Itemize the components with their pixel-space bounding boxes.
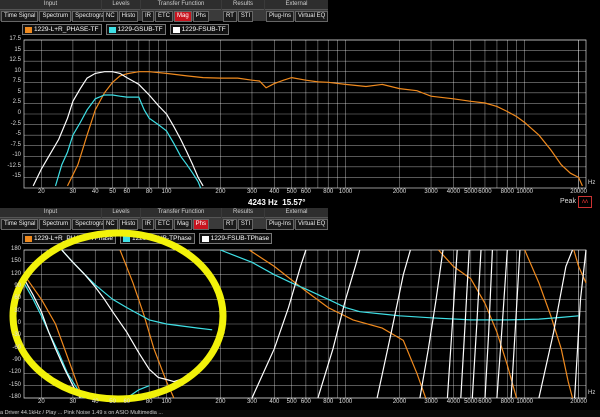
x-tick-label: 10000: [516, 399, 534, 405]
x-tick-label: 6000: [478, 399, 492, 405]
x-tick-label: 1000: [338, 189, 353, 195]
y-tick-label: 90: [14, 283, 21, 289]
y-tick-label: -180: [8, 394, 21, 400]
x-tick-label: 1000: [338, 399, 353, 405]
x-axis-unit-label: Hz: [588, 180, 596, 186]
x-tick-label: 8000: [500, 399, 514, 405]
x-tick-label: 100: [161, 189, 172, 195]
y-tick-label: -150: [8, 381, 21, 388]
y-tick-label: 15: [14, 46, 21, 53]
x-tick-label: 3000: [424, 399, 438, 405]
x-tick-label: 100: [161, 399, 172, 405]
x-tick-label: 50: [109, 189, 116, 195]
y-tick-label: 180: [10, 246, 21, 252]
x-tick-label: 30: [69, 399, 77, 405]
x-tick-label: 3000: [424, 189, 438, 195]
x-tick-label: 600: [300, 399, 311, 405]
y-tick-label: -7.5: [10, 141, 21, 148]
x-tick-label: 8000: [500, 189, 514, 195]
x-tick-label: 5000: [464, 399, 478, 405]
x-tick-label: 60: [123, 399, 131, 405]
y-tick-label: 12.5: [9, 57, 21, 64]
x-tick-label: 40: [91, 399, 99, 405]
x-tick-label: 50: [109, 399, 116, 405]
x-tick-label: 80: [145, 399, 153, 405]
x-tick-label: 500: [286, 189, 297, 195]
x-tick-label: 500: [286, 399, 297, 405]
y-tick-label: -2.5: [10, 120, 21, 127]
x-tick-label: 20000: [570, 399, 587, 405]
y-tick-label: -5: [15, 131, 21, 138]
x-tick-label: 6000: [478, 189, 492, 195]
x-tick-label: 800: [323, 399, 334, 405]
x-tick-label: 600: [300, 189, 311, 195]
y-tick-label: 120: [10, 270, 21, 277]
y-tick-label: -120: [8, 369, 21, 376]
x-tick-label: 60: [123, 189, 131, 195]
y-tick-label: 0: [17, 320, 21, 326]
x-tick-label: 40: [91, 189, 99, 195]
y-tick-label: 60: [14, 295, 21, 302]
y-tick-label: 2.5: [12, 99, 21, 106]
y-tick-label: 0: [17, 110, 21, 116]
y-tick-label: 30: [14, 307, 21, 314]
y-tick-label: -60: [12, 344, 21, 351]
x-tick-label: 20: [38, 189, 45, 195]
x-tick-label: 30: [69, 189, 77, 195]
x-tick-label: 80: [145, 189, 153, 195]
plots-svg: [9, 39, 587, 403]
y-tick-label: -90: [12, 357, 21, 363]
y-tick-label: 5: [17, 88, 21, 95]
y-tick-label: -10: [12, 152, 21, 159]
y-tick-label: -12.5: [7, 162, 21, 169]
x-tick-label: 200: [215, 399, 226, 405]
x-tick-label: 200: [215, 189, 226, 195]
y-tick-label: -30: [12, 332, 21, 339]
x-tick-label: 10000: [516, 189, 534, 195]
x-tick-label: 2000: [392, 399, 407, 405]
x-tick-label: 20: [38, 399, 45, 405]
x-tick-label: 800: [323, 189, 334, 195]
x-tick-label: 4000: [446, 399, 461, 405]
x-tick-label: 4000: [446, 189, 461, 195]
x-tick-label: 5000: [464, 189, 478, 195]
status-bar: a Driver 44.1kHz / Play ... Pink Noise 1…: [0, 410, 600, 417]
y-tick-label: -15: [12, 173, 21, 180]
x-tick-label: 20000: [570, 189, 587, 195]
x-tick-label: 400: [269, 399, 280, 405]
x-tick-label: 400: [269, 189, 280, 195]
x-axis-unit-label: Hz: [588, 390, 596, 396]
x-tick-label: 300: [246, 189, 257, 195]
y-tick-label: 10: [14, 67, 21, 74]
x-tick-label: 2000: [392, 189, 407, 195]
x-tick-label: 300: [246, 399, 257, 405]
y-tick-label: 7.5: [12, 78, 21, 85]
y-tick-label: 17.5: [9, 36, 21, 42]
y-tick-label: 150: [10, 258, 21, 265]
